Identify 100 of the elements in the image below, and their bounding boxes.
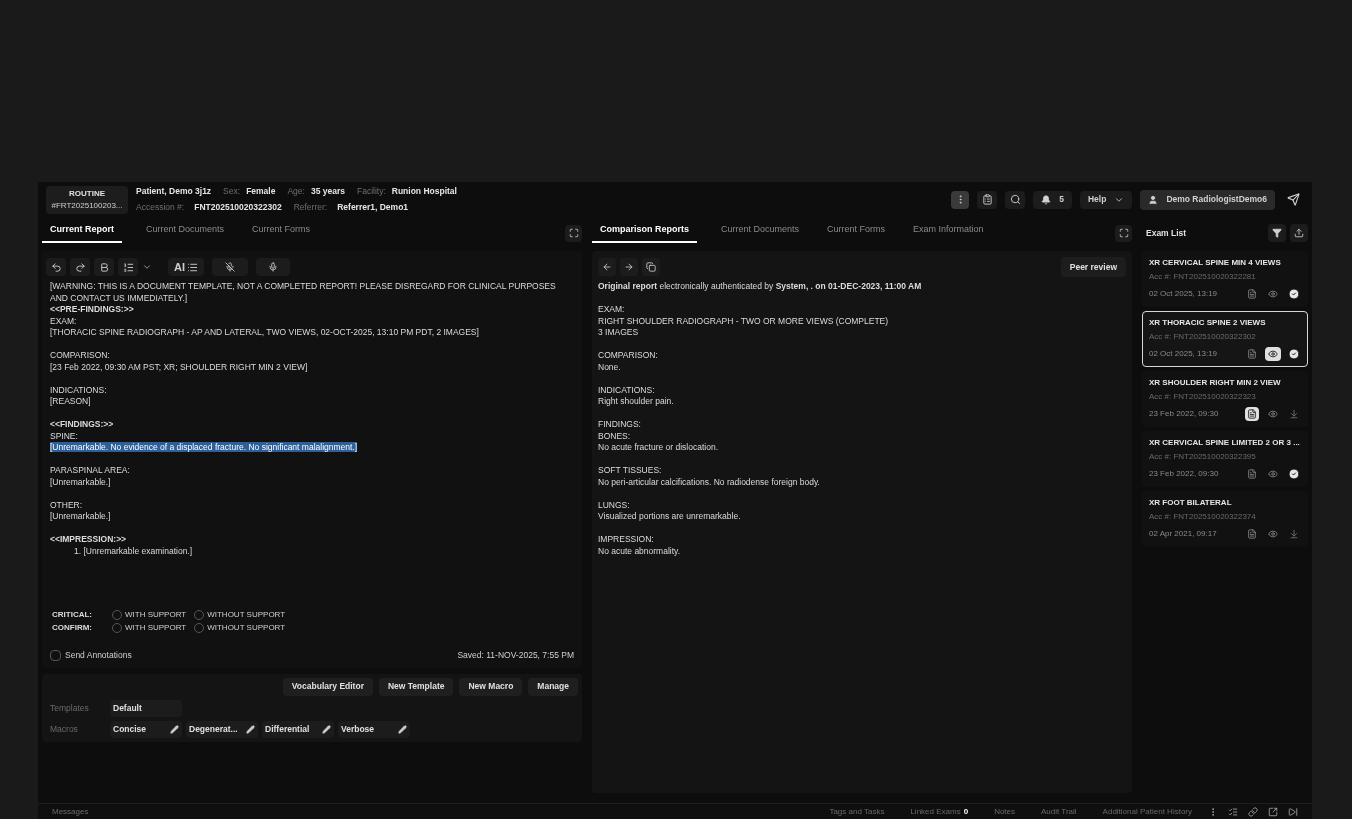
macro-chip[interactable]: Concise: [110, 720, 182, 738]
macro-chip[interactable]: Verbose: [338, 720, 410, 738]
notifications-button[interactable]: 5: [1033, 190, 1072, 209]
report-text: IMPRESSION:: [598, 534, 655, 546]
tab[interactable]: Current Documents: [142, 223, 229, 243]
exam-date: 02 Oct 2025, 13:19: [1149, 288, 1219, 300]
help-button[interactable]: Help: [1079, 190, 1133, 209]
exam-card[interactable]: XR FOOT BILATERAL Acc #: FNT202510020322374 02 Apr 2021, 09:17: [1142, 491, 1308, 547]
action-button[interactable]: Vocabulary Editor: [282, 677, 373, 696]
report-text: None.: [598, 361, 622, 373]
tab[interactable]: Current Forms: [248, 223, 315, 243]
patient-name: Patient, Demo 3j1z: [136, 185, 212, 198]
chip-label: Default: [113, 701, 142, 715]
report-heading: <<IMPRESSION:>>: [50, 534, 128, 546]
selected-text: [Unremarkable. No evidence of a displaced fracture. No significant malalignment.]: [50, 442, 358, 452]
report-heading: <<FINDINGS:>>: [50, 419, 115, 431]
chip-label: Verbose: [341, 722, 375, 736]
chip-label: Degenerat...: [189, 722, 238, 736]
report-text: No acute fracture or dislocation.: [598, 442, 719, 454]
report-text: RIGHT SHOULDER RADIOGRAPH - TWO OR MORE VIEWS (COMPLETE): [598, 315, 890, 327]
report-text: Right shoulder pain.: [598, 396, 675, 408]
priority-label: ROUTINE: [69, 187, 105, 200]
row-label: Macros: [49, 722, 79, 736]
radio-label: WITHOUT SUPPORT: [207, 622, 286, 634]
chip-label: Differential: [265, 722, 310, 736]
exam-date: 02 Oct 2025, 13:19: [1149, 348, 1219, 360]
accession-number: Acc #: FNT202510020322323: [1149, 391, 1257, 403]
footer-link[interactable]: Linked Exams 0: [910, 805, 969, 818]
footer-link[interactable]: Additional Patient History: [1102, 805, 1192, 818]
report-heading: <<PRE-FINDINGS:>>: [50, 304, 135, 316]
exam-title: XR SHOULDER RIGHT MIN 2 VIEW: [1149, 377, 1282, 389]
field-value: 35 years: [310, 185, 345, 198]
report-text: COMPARISON:: [598, 350, 659, 362]
radio-label: WITH SUPPORT: [125, 609, 187, 621]
field-label: Age:: [287, 185, 305, 198]
report-text: [REASON]: [50, 396, 92, 408]
row-label: Templates: [49, 701, 90, 715]
linked-count: 0: [963, 805, 969, 818]
exam-date: 02 Apr 2021, 09:17: [1149, 528, 1218, 540]
saved-status: Saved: 11-NOV-2025, 7:55 PM: [457, 649, 574, 662]
exam-title: XR CERVICAL SPINE MIN 4 VIEWS: [1149, 257, 1282, 269]
macro-chip[interactable]: Differential: [262, 720, 334, 738]
tab[interactable]: Current Forms: [823, 223, 890, 243]
field-value: FNT202510020322302: [194, 201, 282, 214]
peer-review-button[interactable]: Peer review: [1060, 257, 1126, 277]
exam-date: 23 Feb 2022, 09:30: [1149, 468, 1220, 480]
footer-link[interactable]: Notes: [994, 805, 1016, 818]
report-text: EXAM:: [50, 315, 78, 327]
footer-link[interactable]: Tags and Tasks: [829, 805, 885, 818]
field-label: Sex:: [223, 185, 241, 198]
report-text: LUNGS:: [598, 499, 631, 511]
field-value: Runion Hospital: [391, 185, 457, 198]
ai-list-button[interactable]: AI: [168, 258, 204, 276]
report-text: EXAM:: [598, 304, 626, 316]
footer-link[interactable]: Audit Trail: [1041, 805, 1077, 818]
user-button[interactable]: Demo RadiologistDemo6: [1140, 189, 1275, 210]
radio-label: WITH SUPPORT: [125, 622, 187, 634]
report-text: INDICATIONS:: [598, 384, 656, 396]
report-text: SPINE:: [50, 430, 79, 442]
order-id: #FRT2025100203...: [51, 199, 123, 212]
exam-title: XR THORACIC SPINE 2 VIEWS: [1149, 317, 1267, 329]
report-text: BONES:: [598, 430, 632, 442]
action-button[interactable]: Manage: [528, 677, 578, 696]
report-text: FINDINGS:: [598, 419, 642, 431]
report-text: No acute abnormality.: [598, 545, 682, 557]
exam-card[interactable]: XR CERVICAL SPINE MIN 4 VIEWS Acc #: FNT202510020322281 02 Oct 2025, 13:19: [1142, 251, 1308, 307]
template-chip[interactable]: Default: [110, 699, 182, 717]
report-text: SOFT TISSUES:: [598, 465, 663, 477]
accession-number: Acc #: FNT202510020322374: [1149, 511, 1257, 523]
radio-group-label: CRITICAL:: [52, 609, 93, 621]
messages-tab[interactable]: Messages: [52, 805, 89, 818]
report-text: 3 IMAGES: [598, 327, 640, 339]
exam-title: XR CERVICAL SPINE LIMITED 2 OR 3 ...: [1149, 437, 1301, 449]
field-value: Referrer1, Demo1: [337, 201, 409, 214]
macro-chip[interactable]: Degenerat...: [186, 720, 258, 738]
tab[interactable]: Current Report: [42, 223, 122, 243]
exam-card[interactable]: XR THORACIC SPINE 2 VIEWS Acc #: FNT202510020322302 02 Oct 2025, 13:19: [1142, 311, 1308, 367]
exam-card[interactable]: XR CERVICAL SPINE LIMITED 2 OR 3 ... Acc #: FNT202510020322395 23 Feb 2022, 09:30: [1142, 431, 1308, 487]
report-text: OTHER:: [50, 499, 84, 511]
exam-list-title: Exam List: [1146, 226, 1187, 240]
report-text: PARASPINAL AREA:: [50, 465, 131, 477]
report-text: No peri-articular calcifications. No radiodense foreign body.: [598, 476, 821, 488]
tab[interactable]: Current Documents: [717, 223, 804, 243]
report-text: [WARNING: THIS IS A DOCUMENT TEMPLATE, NOT A COMPLETED REPORT! PLEASE DISREGARD FOR CLINICAL PURPOSES AND CONTACT US IMMEDIATELY.]: [50, 281, 557, 304]
report-text: [23 Feb 2022, 09:30 AM PST; XR; SHOULDER RIGHT MIN 2 VIEW]: [50, 361, 309, 373]
radio-group-label: CONFIRM:: [52, 622, 93, 634]
accession-number: Acc #: FNT202510020322281: [1149, 271, 1257, 283]
action-button[interactable]: New Template: [378, 677, 454, 696]
report-text: Visualized portions are unremarkable.: [598, 511, 742, 523]
exam-title: XR FOOT BILATERAL: [1149, 497, 1233, 509]
tab[interactable]: Comparison Reports: [592, 223, 697, 243]
tab[interactable]: Exam Information: [909, 223, 988, 243]
checkbox-label: Send Annotations: [65, 649, 132, 662]
report-text: INDICATIONS:: [50, 384, 108, 396]
report-text: Original report electronically authenticated by System, . on 01-DEC-2023, 11:00 AM: [598, 281, 923, 293]
radio-label: WITHOUT SUPPORT: [207, 609, 286, 621]
field-value: Female: [246, 185, 276, 198]
exam-card[interactable]: XR SHOULDER RIGHT MIN 2 VIEW Acc #: FNT202510020322323 23 Feb 2022, 09:30: [1142, 371, 1308, 427]
action-button[interactable]: New Macro: [459, 677, 523, 696]
field-label: Accession #:: [136, 201, 185, 214]
